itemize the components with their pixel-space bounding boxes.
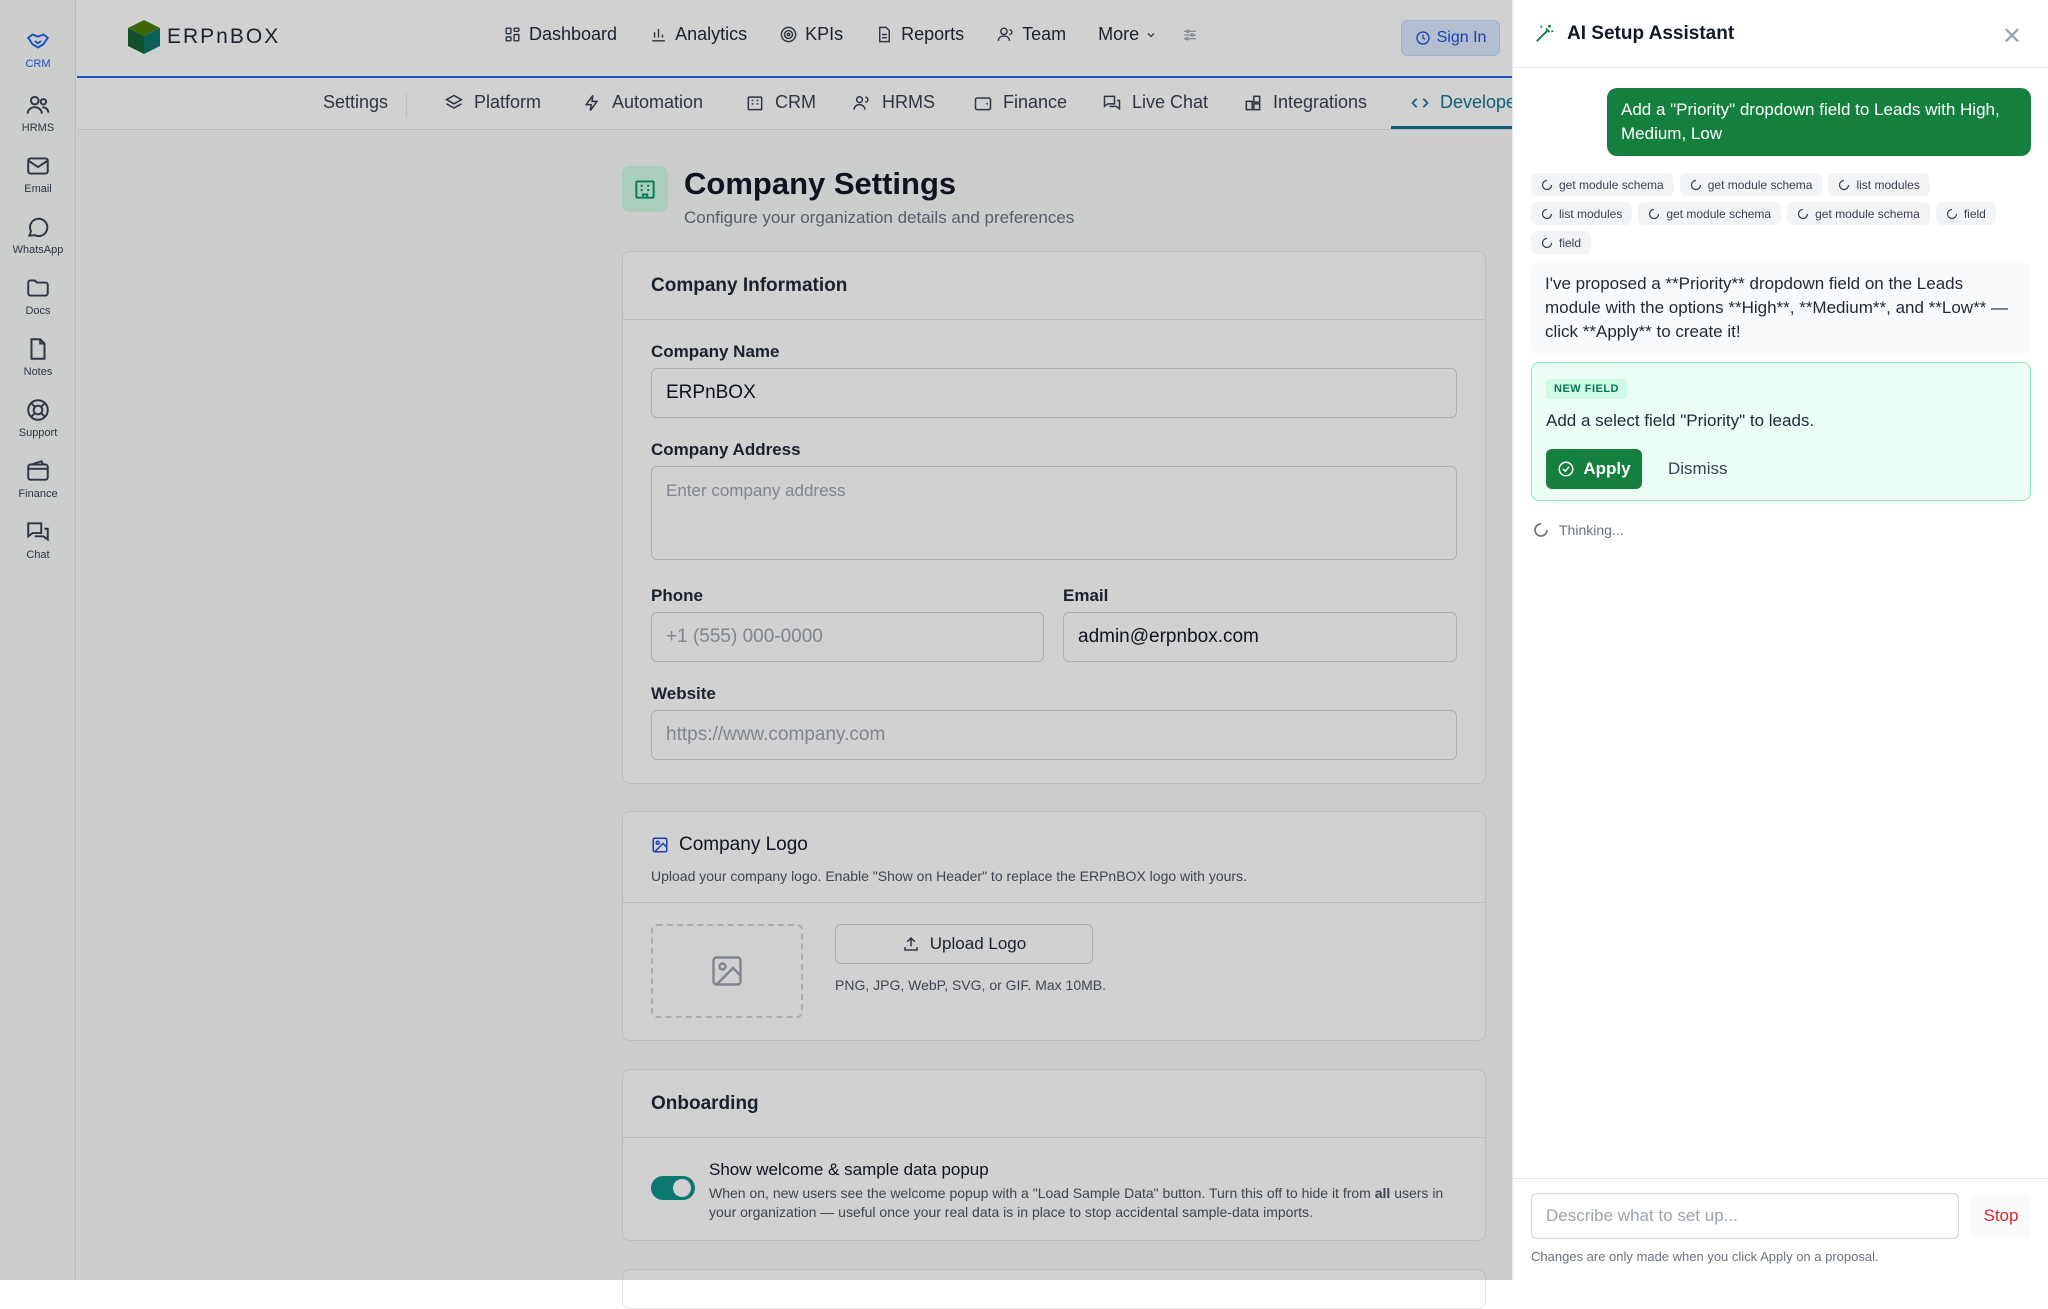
tool-chip: list modules bbox=[1828, 173, 1930, 196]
apply-footnote: Changes are only made when you click App… bbox=[1531, 1249, 1879, 1264]
user-message: Add a "Priority" dropdown field to Leads… bbox=[1607, 88, 2031, 156]
proposal-card: NEW FIELD Add a select field "Priority" … bbox=[1531, 362, 2031, 501]
tool-chip: field bbox=[1531, 231, 1592, 254]
assistant-prompt-input[interactable]: Describe what to set up... bbox=[1531, 1193, 1959, 1239]
tool-chip-label: list modules bbox=[1856, 177, 1920, 192]
tool-chip-label: get module schema bbox=[1815, 206, 1920, 221]
tool-call-chips: get module schema get module schema list… bbox=[1531, 173, 2031, 254]
tool-chip-label: field bbox=[1963, 206, 1986, 221]
tool-chip-label: get module schema bbox=[1559, 177, 1664, 192]
apply-label: Apply bbox=[1583, 459, 1631, 478]
dismiss-button[interactable]: Dismiss bbox=[1668, 459, 1728, 479]
tool-chip: list modules bbox=[1531, 202, 1633, 225]
assistant-header: AI Setup Assistant bbox=[1513, 0, 2048, 68]
spinner-icon bbox=[1541, 237, 1553, 248]
modal-backdrop[interactable] bbox=[0, 0, 1512, 1280]
apply-button[interactable]: Apply bbox=[1546, 449, 1642, 489]
tool-chip: get module schema bbox=[1638, 202, 1782, 225]
assistant-title: AI Setup Assistant bbox=[1567, 22, 1735, 44]
thinking-indicator: Thinking... bbox=[1533, 522, 1624, 538]
tool-chip-label: get module schema bbox=[1666, 206, 1772, 221]
proposal-tag: NEW FIELD bbox=[1546, 379, 1627, 399]
spinner-icon bbox=[1541, 179, 1553, 190]
ai-assistant-panel: AI Setup Assistant ✕ Add a "Priority" dr… bbox=[1512, 0, 2048, 1280]
tool-chip: get module schema bbox=[1787, 202, 1930, 225]
tool-chip: field bbox=[1935, 202, 1996, 225]
thinking-label: Thinking... bbox=[1559, 522, 1624, 538]
check-circle-icon bbox=[1558, 461, 1574, 477]
tool-chip-label: get module schema bbox=[1707, 177, 1813, 192]
assistant-message: I've proposed a **Priority** dropdown fi… bbox=[1531, 262, 2031, 354]
proposal-text: Add a select field "Priority" to leads. bbox=[1546, 411, 1815, 430]
tool-chip-label: list modules bbox=[1559, 206, 1623, 221]
spinner-icon bbox=[1690, 179, 1701, 190]
magic-wand-icon bbox=[1536, 24, 1554, 42]
spinner-icon bbox=[1797, 208, 1809, 219]
spinner-icon bbox=[1649, 208, 1660, 219]
spinner-icon bbox=[1541, 208, 1553, 219]
spinner-icon bbox=[1839, 179, 1850, 190]
stop-button[interactable]: Stop bbox=[1971, 1193, 2031, 1239]
close-icon[interactable]: ✕ bbox=[2002, 22, 2022, 51]
assistant-composer: Describe what to set up... Stop Changes … bbox=[1513, 1178, 2048, 1280]
tool-chip: get module schema bbox=[1679, 173, 1823, 196]
spinner-icon bbox=[1946, 208, 1957, 219]
tool-chip-label: field bbox=[1559, 235, 1582, 250]
spinner-icon bbox=[1534, 523, 1548, 537]
tool-chip: get module schema bbox=[1531, 173, 1674, 196]
app-background: CRM HRMS Email WhatsApp Docs Notes Suppo… bbox=[0, 0, 1531, 1309]
